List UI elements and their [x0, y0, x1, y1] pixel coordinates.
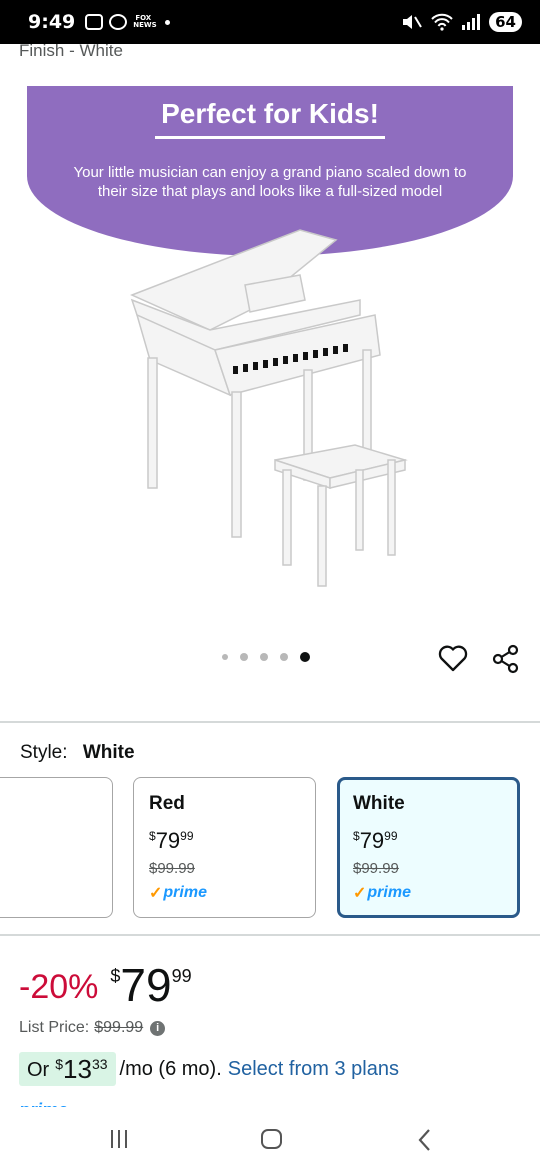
carousel-dot-active[interactable]	[300, 652, 310, 662]
variant-card-red[interactable]: Red $7999 $99.99 ✓ prime	[133, 777, 316, 918]
variant-list-price: $99.99	[353, 860, 399, 877]
divider	[0, 721, 540, 723]
monthly-suffix: /mo (6 mo).	[119, 1057, 222, 1080]
notification-icons: FOX NEWS	[85, 14, 171, 30]
navigation-bar	[0, 1110, 540, 1170]
list-price-value: $99.99	[94, 1019, 144, 1036]
info-icon[interactable]: i	[150, 1020, 166, 1036]
prime-badge: ✓ prime	[353, 884, 411, 902]
prime-check-icon: ✓	[149, 885, 163, 902]
variant-price: $7999	[149, 828, 194, 853]
style-selector-label: Style: White	[20, 742, 135, 764]
discount-percent: -20%	[19, 968, 99, 1006]
style-label: Style:	[20, 742, 68, 763]
product-image[interactable]: Perfect for Kids! Your little musician c…	[0, 70, 540, 630]
variant-price: $7999	[353, 828, 398, 853]
list-price-row: List Price: $99.99 i	[19, 1019, 166, 1037]
heart-icon[interactable]	[438, 644, 468, 672]
variant-name: Red	[149, 793, 185, 814]
select-plans-link[interactable]: Select from 3 plans	[228, 1058, 399, 1081]
variant-card-partial[interactable]	[0, 777, 113, 918]
finish-text: Finish - White	[19, 41, 123, 60]
wifi-icon	[431, 13, 453, 31]
screenshot-icon	[85, 14, 104, 30]
carousel-dot[interactable]	[240, 653, 248, 661]
prime-check-icon: ✓	[353, 885, 367, 902]
carousel-dot[interactable]	[260, 653, 268, 661]
variant-card-white[interactable]: White $7999 $99.99 ✓ prime	[337, 777, 520, 918]
variant-list-price: $99.99	[149, 860, 195, 877]
list-price-label: List Price:	[19, 1019, 90, 1036]
signal-icon	[462, 14, 481, 30]
carousel-dot[interactable]	[222, 654, 228, 660]
piano-illustration	[130, 229, 408, 587]
image-carousel-dots[interactable]	[222, 652, 310, 662]
back-icon[interactable]	[417, 1128, 433, 1152]
banner-title: Perfect for Kids!	[0, 98, 540, 139]
monthly-payment-row: Or $ 13 33 /mo (6 mo). Select from 3 pla…	[19, 1052, 399, 1086]
carousel-dot[interactable]	[280, 653, 288, 661]
variant-name: White	[353, 793, 405, 814]
price-block: -20% $ 79 99	[19, 958, 192, 1012]
status-bar: 9:49 FOX NEWS 64	[0, 0, 540, 44]
divider	[0, 934, 540, 936]
sync-icon	[109, 14, 128, 30]
fox-news-icon: FOX NEWS	[133, 14, 157, 29]
status-time: 9:49	[28, 11, 76, 33]
mute-icon	[403, 15, 422, 29]
style-selected-value: White	[82, 742, 135, 763]
more-notifications-icon	[165, 19, 171, 25]
current-price: $ 79 99	[110, 959, 192, 1011]
prime-badge-partial: prime	[19, 1097, 68, 1107]
prime-badge: ✓ prime	[149, 884, 207, 902]
share-icon[interactable]	[491, 644, 521, 674]
recents-button[interactable]	[111, 1130, 127, 1148]
monthly-price-pill: Or $ 13 33	[19, 1052, 116, 1086]
battery-level: 64	[489, 12, 522, 32]
home-button[interactable]	[261, 1129, 282, 1149]
banner-subtitle: Your little musician can enjoy a grand p…	[73, 164, 467, 200]
